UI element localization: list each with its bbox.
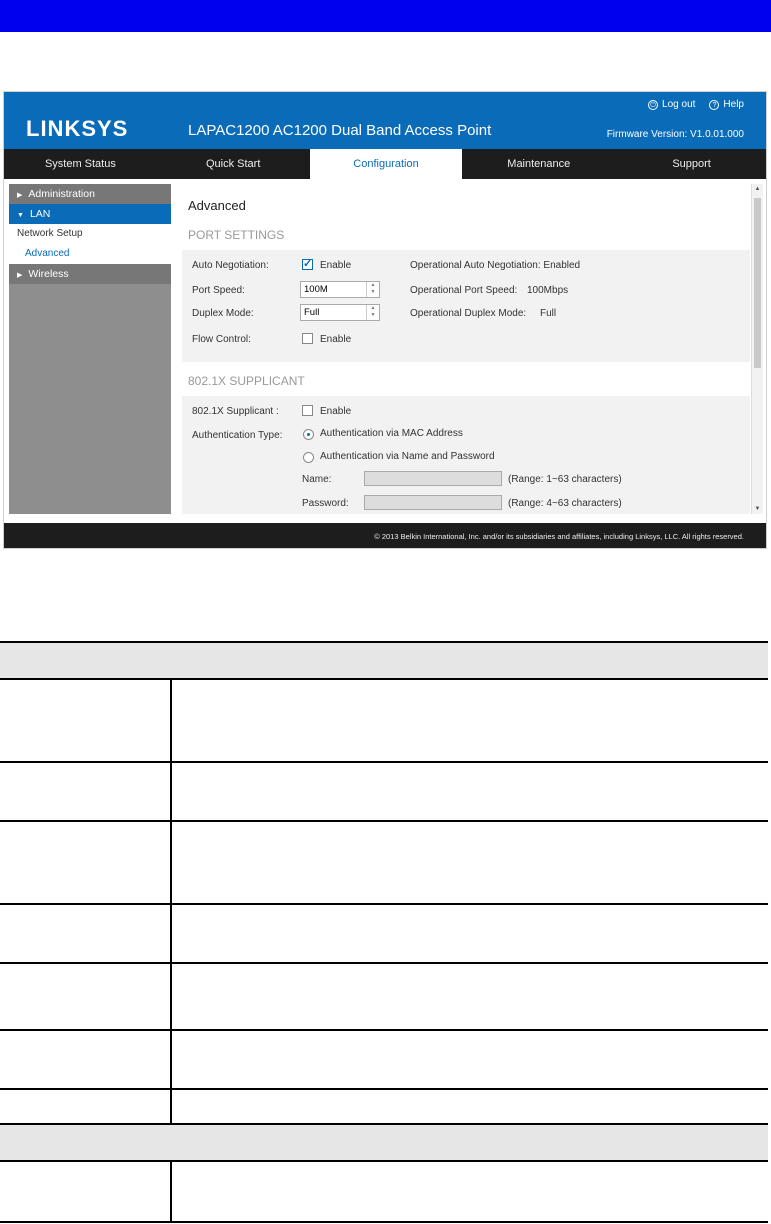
header: LINKSYS LAPAC1200 AC1200 Dual Band Acces…	[4, 92, 766, 149]
port-settings-box: Auto Negotiation: ✓ Enable Operational A…	[182, 250, 750, 362]
sidebar-item-label: Wireless	[28, 268, 69, 280]
duplex-mode-value: Full	[304, 307, 320, 318]
power-icon: ⏻	[648, 99, 659, 110]
table-row	[0, 1160, 768, 1223]
table-row	[0, 1029, 768, 1090]
auto-negotiation-checkbox[interactable]: ✓	[302, 259, 313, 270]
sidebar-item-label: Administration	[28, 188, 95, 200]
tab-maintenance[interactable]: Maintenance	[462, 149, 615, 179]
scroll-up-icon[interactable]: ▲	[752, 186, 763, 192]
document-top-bar	[0, 0, 771, 32]
auth-name-radio[interactable]	[303, 452, 314, 463]
sidebar-item-label: LAN	[29, 208, 51, 220]
password-label: Password:	[302, 498, 349, 509]
supplicant-checkbox[interactable]	[302, 405, 313, 416]
table-row	[0, 678, 768, 763]
op-port-speed-label: Operational Port Speed:	[410, 285, 518, 296]
scroll-down-icon[interactable]: ▼	[752, 506, 763, 512]
flow-control-enable-label: Enable	[320, 334, 352, 345]
op-auto-negotiation: Operational Auto Negotiation: Enabled	[410, 260, 581, 271]
auto-negotiation-enable-label: Enable	[320, 260, 352, 271]
duplex-mode-select[interactable]: Full ▲ ▼	[300, 304, 380, 321]
supplicant-box: 802.1X Supplicant : Enable Authenticatio…	[182, 396, 750, 514]
op-port-speed-value: 100Mbps	[527, 285, 569, 296]
supplicant-enable-label: Enable	[320, 406, 352, 417]
port-speed-label: Port Speed:	[192, 285, 245, 296]
auth-mac-radio[interactable]	[303, 429, 314, 440]
help-link[interactable]: ? Help	[709, 99, 744, 110]
tab-quick-start[interactable]: Quick Start	[157, 149, 310, 179]
router-ui-screenshot: LINKSYS LAPAC1200 AC1200 Dual Band Acces…	[3, 91, 767, 549]
header-links: ⏻ Log out ? Help	[648, 99, 744, 110]
sidebar: ▶ Administration ▼ LAN Network Setup Advan…	[9, 184, 171, 514]
table-row	[0, 820, 768, 905]
flow-control-label: Flow Control:	[192, 334, 251, 345]
auth-type-label: Authentication Type:	[192, 430, 283, 441]
lan-submenu: Network Setup Advanced	[9, 224, 171, 264]
table-row	[0, 761, 768, 822]
auto-negotiation-label: Auto Negotiation:	[192, 260, 269, 271]
port-settings-heading: PORT SETTINGS	[188, 228, 285, 242]
name-label: Name:	[302, 474, 332, 485]
caret-right-icon: ▶	[17, 272, 23, 279]
firmware-version: Firmware Version: V1.0.01.000	[606, 129, 744, 140]
content-panel: Advanced PORT SETTINGS Auto Negotiation:…	[182, 184, 750, 514]
help-icon: ?	[709, 99, 720, 110]
port-speed-value: 100M	[304, 284, 328, 295]
port-speed-select[interactable]: 100M ▲ ▼	[300, 281, 380, 298]
auth-name-label: Authentication via Name and Password	[320, 451, 495, 462]
sidebar-item-administration[interactable]: ▶ Administration	[9, 184, 171, 204]
password-input[interactable]	[364, 495, 502, 510]
table-row	[0, 903, 768, 964]
sidebar-item-lan[interactable]: ▼ LAN	[9, 204, 171, 224]
caret-right-icon: ▶	[17, 192, 23, 199]
logout-label: Log out	[662, 99, 696, 110]
content-scrollbar[interactable]: ▲ ▼	[751, 184, 763, 514]
scroll-thumb[interactable]	[754, 198, 761, 368]
spinner-icon: ▲ ▼	[366, 305, 379, 320]
brand-logo: LINKSYS	[26, 116, 129, 141]
sidebar-item-advanced[interactable]: Advanced	[9, 244, 171, 264]
sidebar-item-wireless[interactable]: ▶ Wireless	[9, 264, 171, 284]
logout-link[interactable]: ⏻ Log out	[648, 99, 695, 110]
caret-down-icon: ▼	[17, 212, 24, 219]
table-section-header	[0, 641, 768, 680]
auth-mac-label: Authentication via MAC Address	[320, 428, 463, 439]
spinner-icon: ▲ ▼	[366, 282, 379, 297]
table-section-header	[0, 1123, 768, 1162]
name-range-hint: (Range: 1~63 characters)	[508, 474, 622, 485]
op-duplex-mode-label: Operational Duplex Mode:	[410, 308, 527, 319]
table-row	[0, 1088, 768, 1125]
op-duplex-mode-value: Full	[540, 308, 557, 319]
tab-configuration[interactable]: Configuration	[309, 149, 463, 179]
footer-copyright: © 2013 Belkin International, Inc. and/or…	[4, 523, 766, 548]
tab-system-status[interactable]: System Status	[4, 149, 157, 179]
supplicant-label: 802.1X Supplicant :	[192, 406, 279, 417]
tab-support[interactable]: Support	[615, 149, 766, 179]
name-input[interactable]	[364, 471, 502, 486]
duplex-mode-label: Duplex Mode:	[192, 308, 254, 319]
main-nav: System Status Quick Start Configuration …	[4, 149, 766, 179]
table-row	[0, 962, 768, 1031]
page-title: Advanced	[188, 198, 246, 213]
supplicant-heading: 802.1X SUPPLICANT	[188, 374, 305, 388]
settings-description-table	[0, 641, 768, 1223]
flow-control-checkbox[interactable]	[302, 333, 313, 344]
password-range-hint: (Range: 4~63 characters)	[508, 498, 622, 509]
sidebar-item-network-setup[interactable]: Network Setup	[9, 224, 171, 244]
product-title: LAPAC1200 AC1200 Dual Band Access Point	[188, 122, 492, 139]
help-label: Help	[723, 99, 744, 110]
